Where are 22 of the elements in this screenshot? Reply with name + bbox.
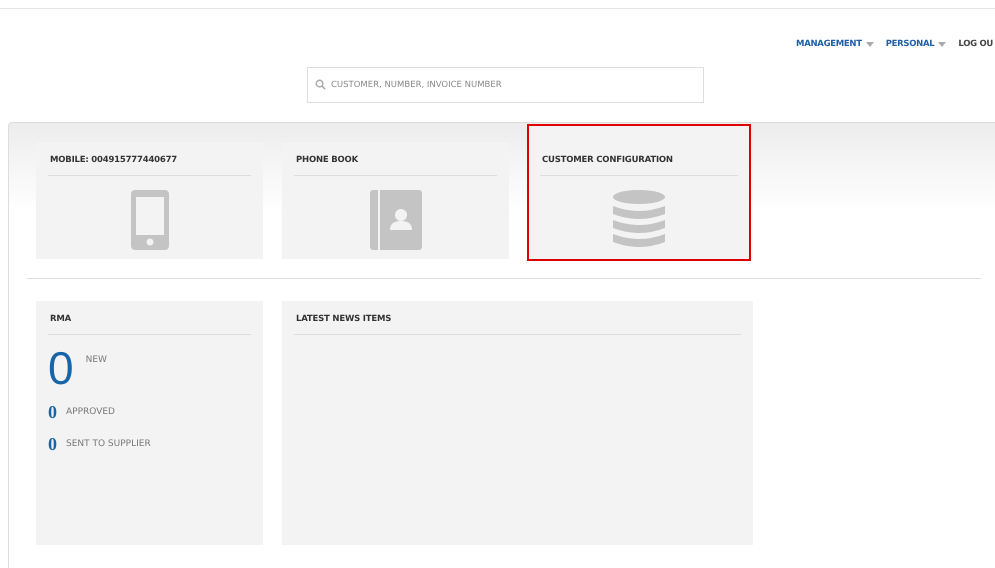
database-icon bbox=[613, 190, 665, 250]
card-title: LATEST NEWS ITEMS bbox=[294, 301, 741, 335]
stat-label: NEW bbox=[86, 355, 107, 365]
card-title: RMA bbox=[48, 301, 251, 335]
stat-count: 0 bbox=[48, 402, 57, 422]
stat-label: APPROVED bbox=[66, 407, 115, 417]
caret-icon bbox=[938, 42, 946, 46]
nav-link[interactable]: LOG OU bbox=[958, 37, 993, 51]
dashboard-tile[interactable]: CUSTOMER CONFIGURATION bbox=[528, 125, 750, 260]
search-field[interactable]: CUSTOMER, NUMBER, INVOICE NUMBER bbox=[307, 67, 704, 103]
smartphone-icon bbox=[130, 190, 168, 250]
nav-link[interactable]: MANAGEMENT bbox=[796, 37, 874, 51]
tile-title: CUSTOMER CONFIGURATION bbox=[540, 142, 738, 176]
tile-title: MOBILE: 004915777440677 bbox=[48, 142, 251, 176]
stat-label: SENT TO SUPPLIER bbox=[66, 439, 151, 449]
stat-count: 0 bbox=[48, 434, 57, 454]
tile-title: PHONE BOOK bbox=[294, 142, 497, 176]
nav-link[interactable]: PERSONAL bbox=[886, 37, 946, 51]
caret-icon bbox=[866, 42, 874, 46]
contact-book-icon bbox=[370, 190, 422, 250]
stat-count: 0 bbox=[48, 345, 74, 391]
search-icon bbox=[315, 79, 326, 90]
